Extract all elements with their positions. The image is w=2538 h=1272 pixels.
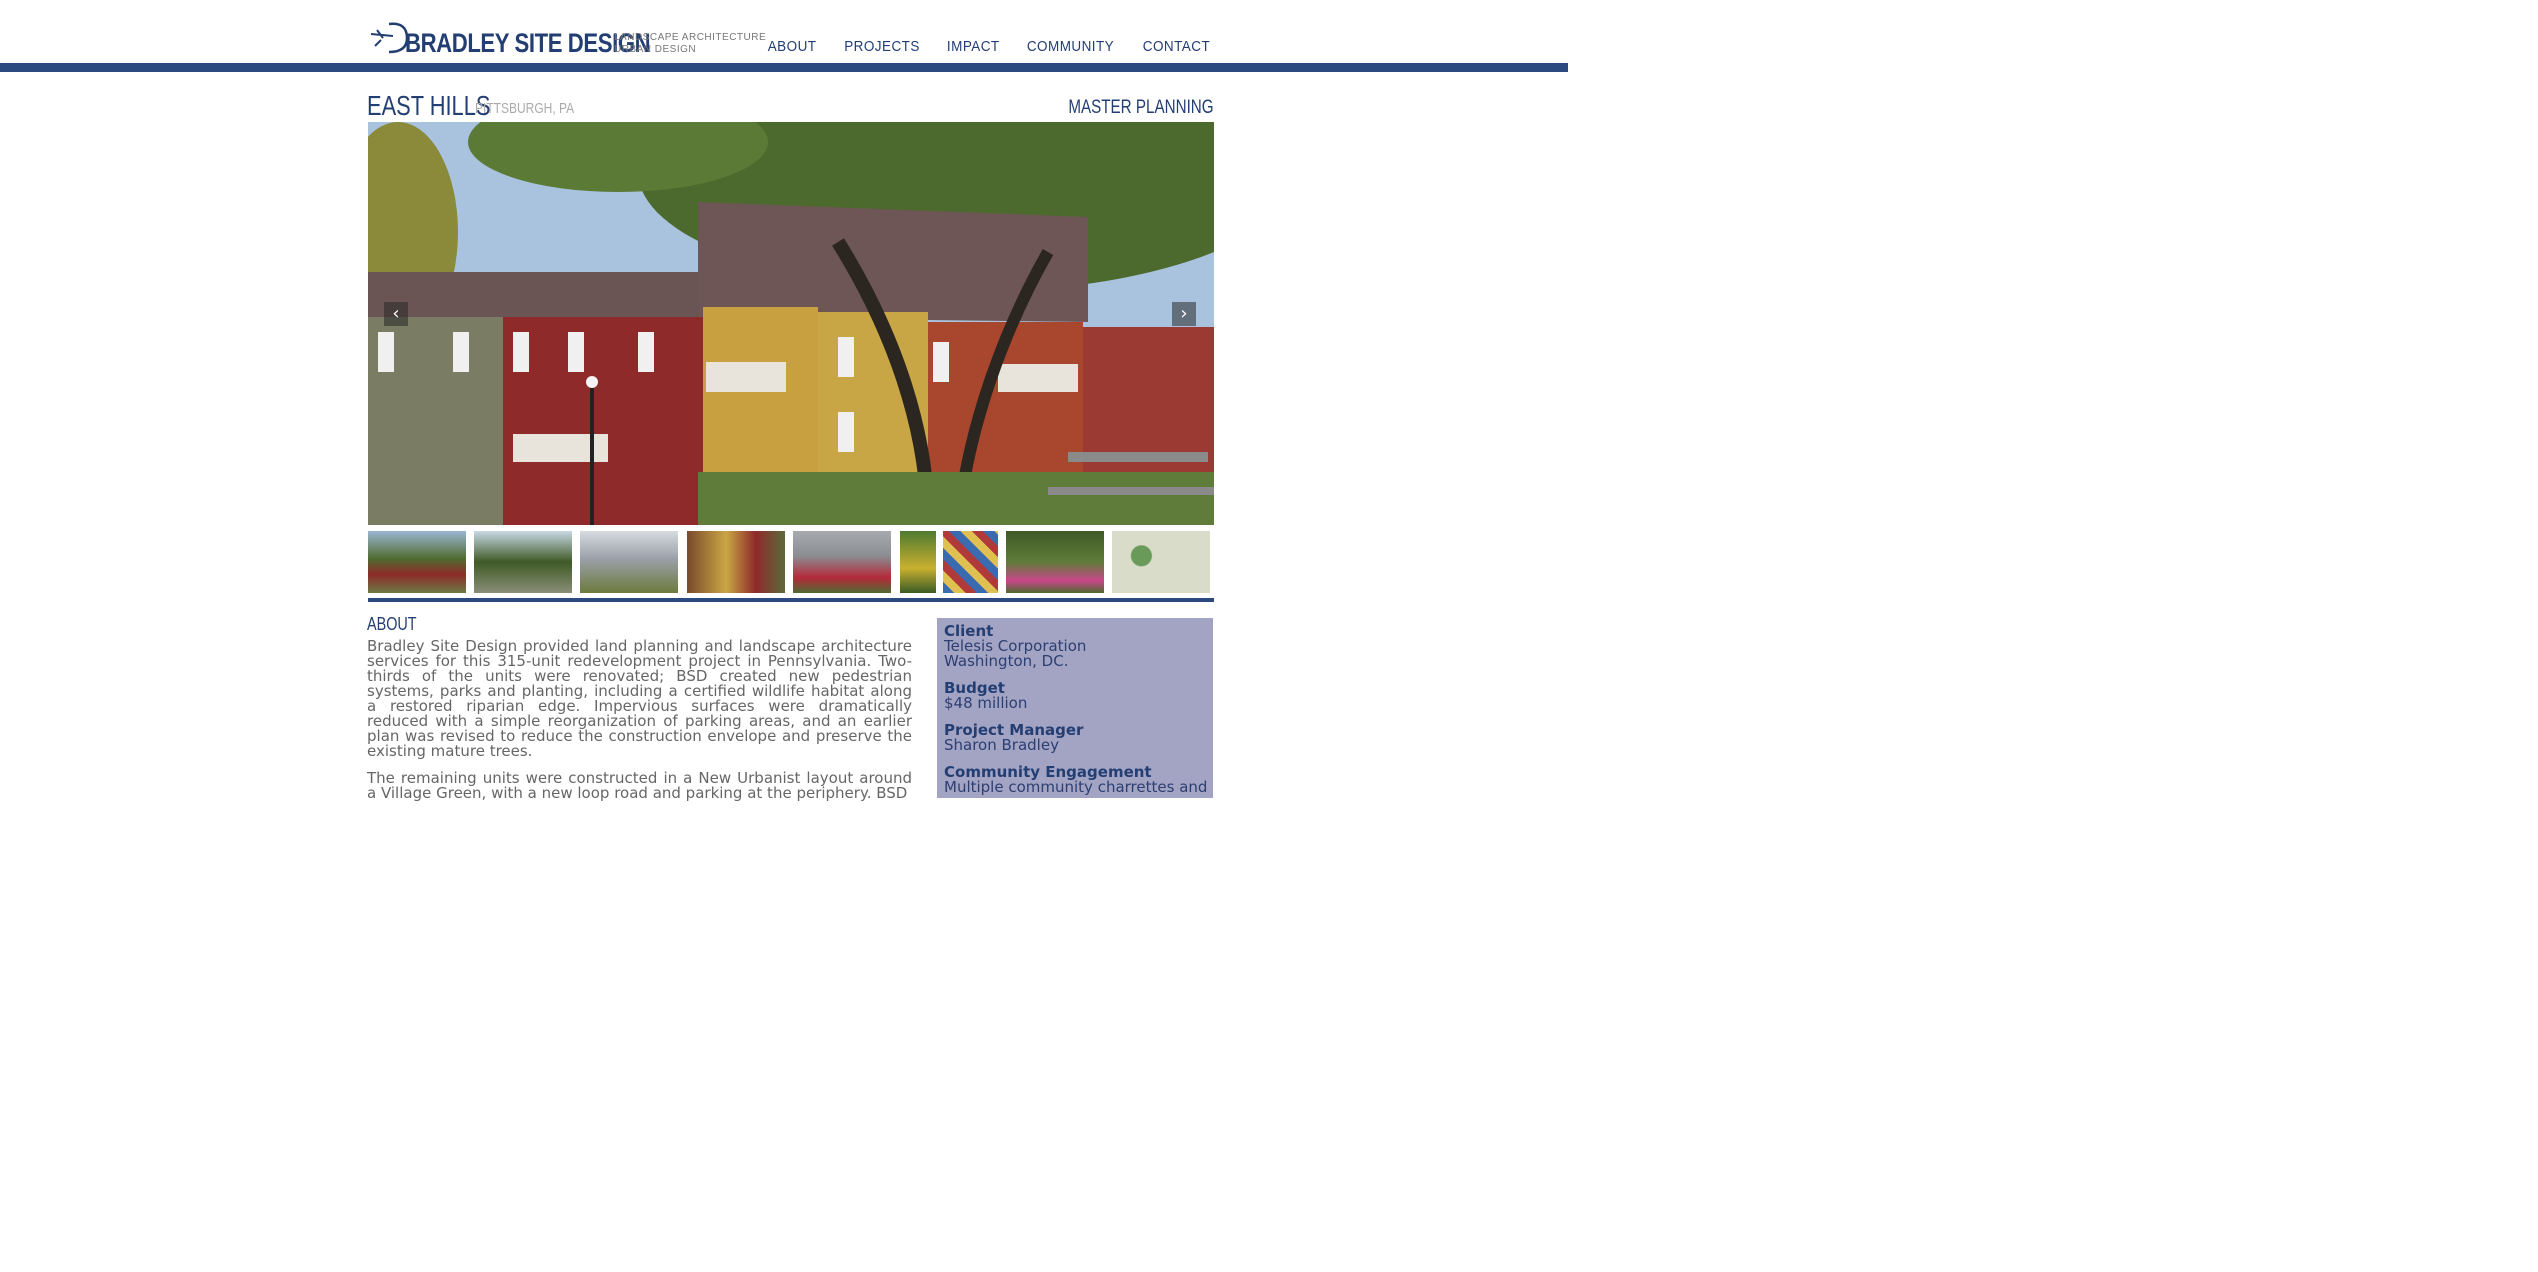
manager-name: Sharon Bradley bbox=[944, 736, 1059, 754]
thumbnail[interactable] bbox=[687, 531, 785, 593]
header-divider bbox=[0, 63, 1568, 72]
thumbnail[interactable] bbox=[368, 531, 466, 593]
chevron-left-icon[interactable]: ‹ bbox=[384, 302, 408, 326]
nav-contact[interactable]: CONTACT bbox=[1143, 38, 1210, 55]
thumbnail[interactable] bbox=[474, 531, 572, 593]
hero-photo bbox=[368, 122, 1214, 525]
nav-about[interactable]: ABOUT bbox=[768, 38, 817, 55]
thumbnail[interactable] bbox=[1112, 531, 1210, 593]
thumbnail-strip bbox=[368, 531, 1214, 593]
budget-value: $48 million bbox=[944, 694, 1028, 712]
engagement-group: Community Engagement Multiple community … bbox=[944, 765, 1213, 795]
project-details: Client Telesis Corporation Washington, D… bbox=[937, 618, 1213, 798]
thumbnail[interactable] bbox=[580, 531, 678, 593]
main-nav: ABOUT PROJECTS IMPACT COMMUNITY CONTACT bbox=[765, 38, 1214, 55]
budget-group: Budget $48 million bbox=[944, 681, 1213, 711]
page: BRADLEY SITE DESIGN LANDSCAPE ARCHITECTU… bbox=[0, 0, 1568, 801]
about-heading: ABOUT bbox=[367, 614, 417, 634]
project-name: EAST HILLS bbox=[367, 90, 491, 121]
chevron-right-icon[interactable]: › bbox=[1172, 302, 1196, 326]
thumbnail[interactable] bbox=[943, 531, 998, 593]
thumbnail[interactable] bbox=[793, 531, 891, 593]
tagline-urban: URBAN DESIGN bbox=[614, 44, 697, 55]
engagement-value: Multiple community charrettes and bbox=[944, 778, 1208, 796]
project-title: EAST HILLS PITTSBURGH, PA bbox=[367, 90, 574, 122]
client-group: Client Telesis Corporation Washington, D… bbox=[944, 624, 1213, 669]
hero-image bbox=[368, 122, 1214, 525]
nav-projects[interactable]: PROJECTS bbox=[844, 38, 920, 55]
client-location: Washington, DC. bbox=[944, 652, 1069, 670]
nav-impact[interactable]: IMPACT bbox=[946, 38, 999, 55]
thumbnail[interactable] bbox=[900, 531, 936, 593]
project-location: PITTSBURGH, PA bbox=[475, 100, 575, 117]
gallery-divider bbox=[368, 598, 1214, 602]
about-paragraph: The remaining units were constructed in … bbox=[367, 769, 912, 802]
thumbnail[interactable] bbox=[1006, 531, 1104, 593]
dragonfly-logo-icon bbox=[370, 22, 409, 54]
about-paragraph: Bradley Site Design provided land planni… bbox=[367, 637, 912, 760]
project-category[interactable]: MASTER PLANNING bbox=[1069, 97, 1214, 119]
tagline-landscape: LANDSCAPE ARCHITECTURE bbox=[614, 32, 767, 43]
nav-community[interactable]: COMMUNITY bbox=[1027, 38, 1114, 55]
logo-tagline: LANDSCAPE ARCHITECTURE URBAN DESIGN bbox=[614, 32, 766, 56]
manager-group: Project Manager Sharon Bradley bbox=[944, 723, 1213, 753]
about-text: Bradley Site Design provided land planni… bbox=[367, 639, 912, 813]
